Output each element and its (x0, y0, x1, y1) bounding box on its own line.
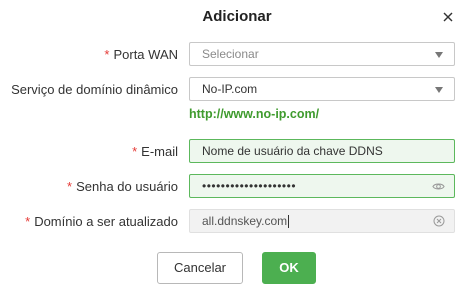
required-marker: * (104, 47, 110, 62)
required-marker: * (67, 179, 73, 194)
ok-button[interactable]: OK (262, 252, 316, 284)
domain-label: * Domínio a ser atualizado (25, 214, 178, 229)
ddns-service-value: No-IP.com (202, 82, 258, 96)
clear-circle-icon[interactable] (433, 215, 445, 227)
wan-port-placeholder: Selecionar (202, 47, 259, 61)
wan-port-label: * Porta WAN (104, 47, 178, 62)
add-ddns-dialog: Adicionar * Porta WAN Selecionar Serviço … (0, 0, 474, 299)
email-field[interactable]: Nome de usuário da chave DDNS (189, 139, 455, 163)
email-value: Nome de usuário da chave DDNS (202, 144, 383, 158)
required-marker: * (25, 214, 31, 229)
wan-port-select[interactable]: Selecionar (189, 42, 455, 66)
cancel-button[interactable]: Cancelar (157, 252, 243, 284)
close-icon[interactable] (440, 9, 456, 25)
service-link[interactable]: http://www.no-ip.com/ (189, 107, 319, 121)
required-marker: * (132, 144, 138, 159)
password-field[interactable]: •••••••••••••••••••• (189, 174, 455, 198)
ddns-service-select[interactable]: No-IP.com (189, 77, 455, 101)
chevron-down-icon (435, 87, 443, 93)
chevron-down-icon (435, 52, 443, 58)
password-value: •••••••••••••••••••• (202, 179, 297, 193)
domain-value: all.ddnskey.com (202, 214, 288, 228)
text-cursor (288, 215, 290, 229)
dialog-title: Adicionar (202, 8, 272, 25)
password-label: * Senha do usuário (67, 179, 178, 194)
wan-port-row: * Porta WAN Selecionar (0, 42, 474, 68)
ddns-service-label: Serviço de domínio dinâmico (11, 82, 178, 97)
eye-icon[interactable] (432, 180, 445, 193)
domain-field[interactable]: all.ddnskey.com (189, 209, 455, 233)
ddns-service-row: Serviço de domínio dinâmico No-IP.com (0, 77, 474, 103)
domain-row: * Domínio a ser atualizado all.ddnskey.co… (0, 209, 474, 235)
email-label: * E-mail (132, 144, 178, 159)
email-row: * E-mail Nome de usuário da chave DDNS (0, 139, 474, 165)
password-row: * Senha do usuário •••••••••••••••••••• (0, 174, 474, 200)
